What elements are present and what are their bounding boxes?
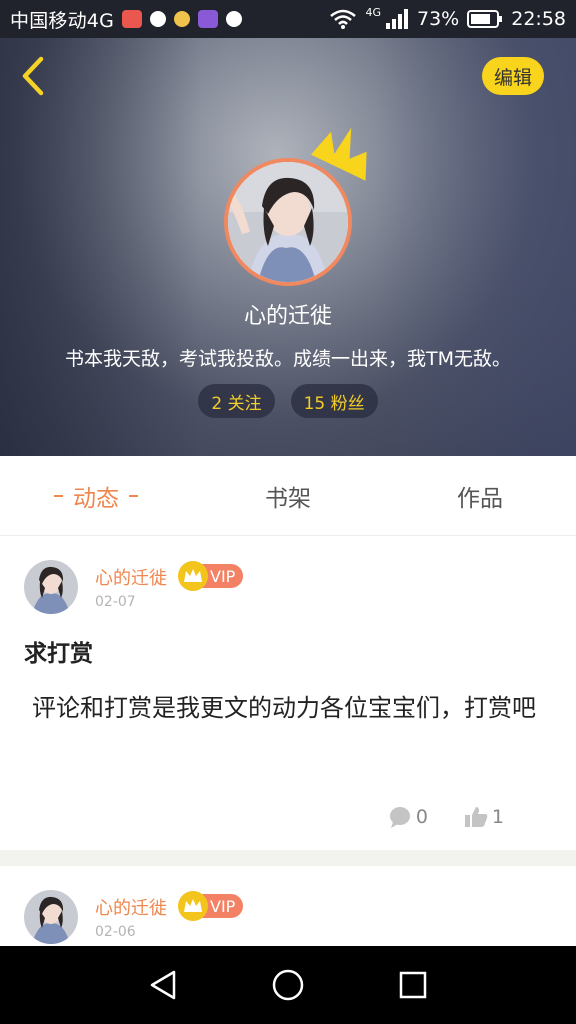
tab-label: 作品 xyxy=(457,485,503,512)
square-recent-icon xyxy=(400,971,427,999)
comment-icon xyxy=(389,807,410,828)
status-left: 中国移动4G xyxy=(10,6,243,33)
post-avatar[interactable] xyxy=(24,560,78,614)
signal-icon xyxy=(385,9,409,29)
vip-badge: VIP xyxy=(178,891,244,921)
nav-back-button[interactable] xyxy=(139,961,187,1009)
vip-badge: VIP xyxy=(178,561,244,591)
chevron-left-icon xyxy=(22,56,44,96)
post-author[interactable]: 心的迁徙 xyxy=(95,564,167,590)
post-date: 02-06 xyxy=(95,924,136,940)
chat-app-icon xyxy=(174,11,191,27)
settings-app-icon xyxy=(226,11,243,27)
tab-works[interactable]: 作品 xyxy=(384,456,576,535)
post-avatar[interactable] xyxy=(24,890,78,944)
avatar[interactable] xyxy=(224,127,367,286)
crown-icon xyxy=(178,891,208,921)
tab-bar: 动态 书架 作品 xyxy=(0,456,576,536)
nav-recent-button[interactable] xyxy=(389,961,437,1009)
edit-button[interactable]: 编辑 xyxy=(481,57,544,95)
app-root: 中国移动4G 4G 73% 22:58 编辑 心的迁徙 书本我天敌，考试我投敌。… xyxy=(0,0,576,1024)
back-button[interactable] xyxy=(14,54,50,98)
post-card[interactable]: 心的迁徙 VIP 02-06 xyxy=(0,866,576,946)
post-date: 02-07 xyxy=(95,594,136,610)
like-button[interactable]: 1 xyxy=(464,806,504,828)
post-actions: 0 1 xyxy=(388,806,504,828)
post-body: 评论和打赏是我更文的动力各位宝宝们，打赏吧 xyxy=(32,694,536,722)
triangle-back-icon xyxy=(150,970,175,1000)
tab-indicator-left xyxy=(54,494,63,497)
thumbs-up-icon xyxy=(464,807,488,827)
tab-indicator-right xyxy=(129,494,138,497)
profile-header: 编辑 心的迁徙 书本我天敌，考试我投敌。成绩一出来，我TM无敌。 2 关注 15… xyxy=(0,38,576,456)
tab-dynamics[interactable]: 动态 xyxy=(0,456,192,535)
nav-home-button[interactable] xyxy=(264,961,312,1009)
wifi-icon xyxy=(329,9,357,29)
profile-bio: 书本我天敌，考试我投敌。成绩一出来，我TM无敌。 xyxy=(64,348,511,370)
crown-icon xyxy=(310,127,367,181)
battery-icon xyxy=(467,10,503,28)
status-right: 4G 73% 22:58 xyxy=(329,5,566,30)
comment-count: 0 xyxy=(415,806,428,828)
mail-app-icon xyxy=(122,10,143,28)
tab-label: 书架 xyxy=(265,485,311,512)
vip-label: VIP xyxy=(210,896,236,916)
system-nav-bar xyxy=(0,946,576,1024)
stat-row: 2 关注 15 粉丝 xyxy=(0,384,576,418)
battery-percent: 73% xyxy=(417,8,460,30)
profile-name: 心的迁徙 xyxy=(243,304,332,329)
comment-button[interactable]: 0 xyxy=(388,806,428,828)
card-separator xyxy=(0,850,576,866)
vip-label: VIP xyxy=(210,566,236,586)
wechat-icon xyxy=(150,11,167,27)
tab-bookshelf[interactable]: 书架 xyxy=(192,456,384,535)
like-count: 1 xyxy=(491,806,504,828)
post-title: 求打赏 xyxy=(24,641,93,667)
tab-label: 动态 xyxy=(73,485,119,512)
crown-icon xyxy=(178,561,208,591)
following-pill[interactable]: 2 关注 xyxy=(198,384,275,418)
post-author[interactable]: 心的迁徙 xyxy=(95,894,167,920)
post-card[interactable]: 心的迁徙 VIP 02-07 求打赏 评论和打赏是我更文的动力各位宝宝们，打赏吧… xyxy=(0,536,576,850)
carrier-label: 中国移动4G xyxy=(10,9,115,32)
status-bar: 中国移动4G 4G 73% 22:58 xyxy=(0,0,576,38)
clock: 22:58 xyxy=(511,8,566,30)
circle-home-icon xyxy=(272,969,304,1001)
gallery-app-icon xyxy=(198,10,219,28)
followers-pill[interactable]: 15 粉丝 xyxy=(290,384,378,418)
network-type-label: 4G xyxy=(365,5,381,19)
